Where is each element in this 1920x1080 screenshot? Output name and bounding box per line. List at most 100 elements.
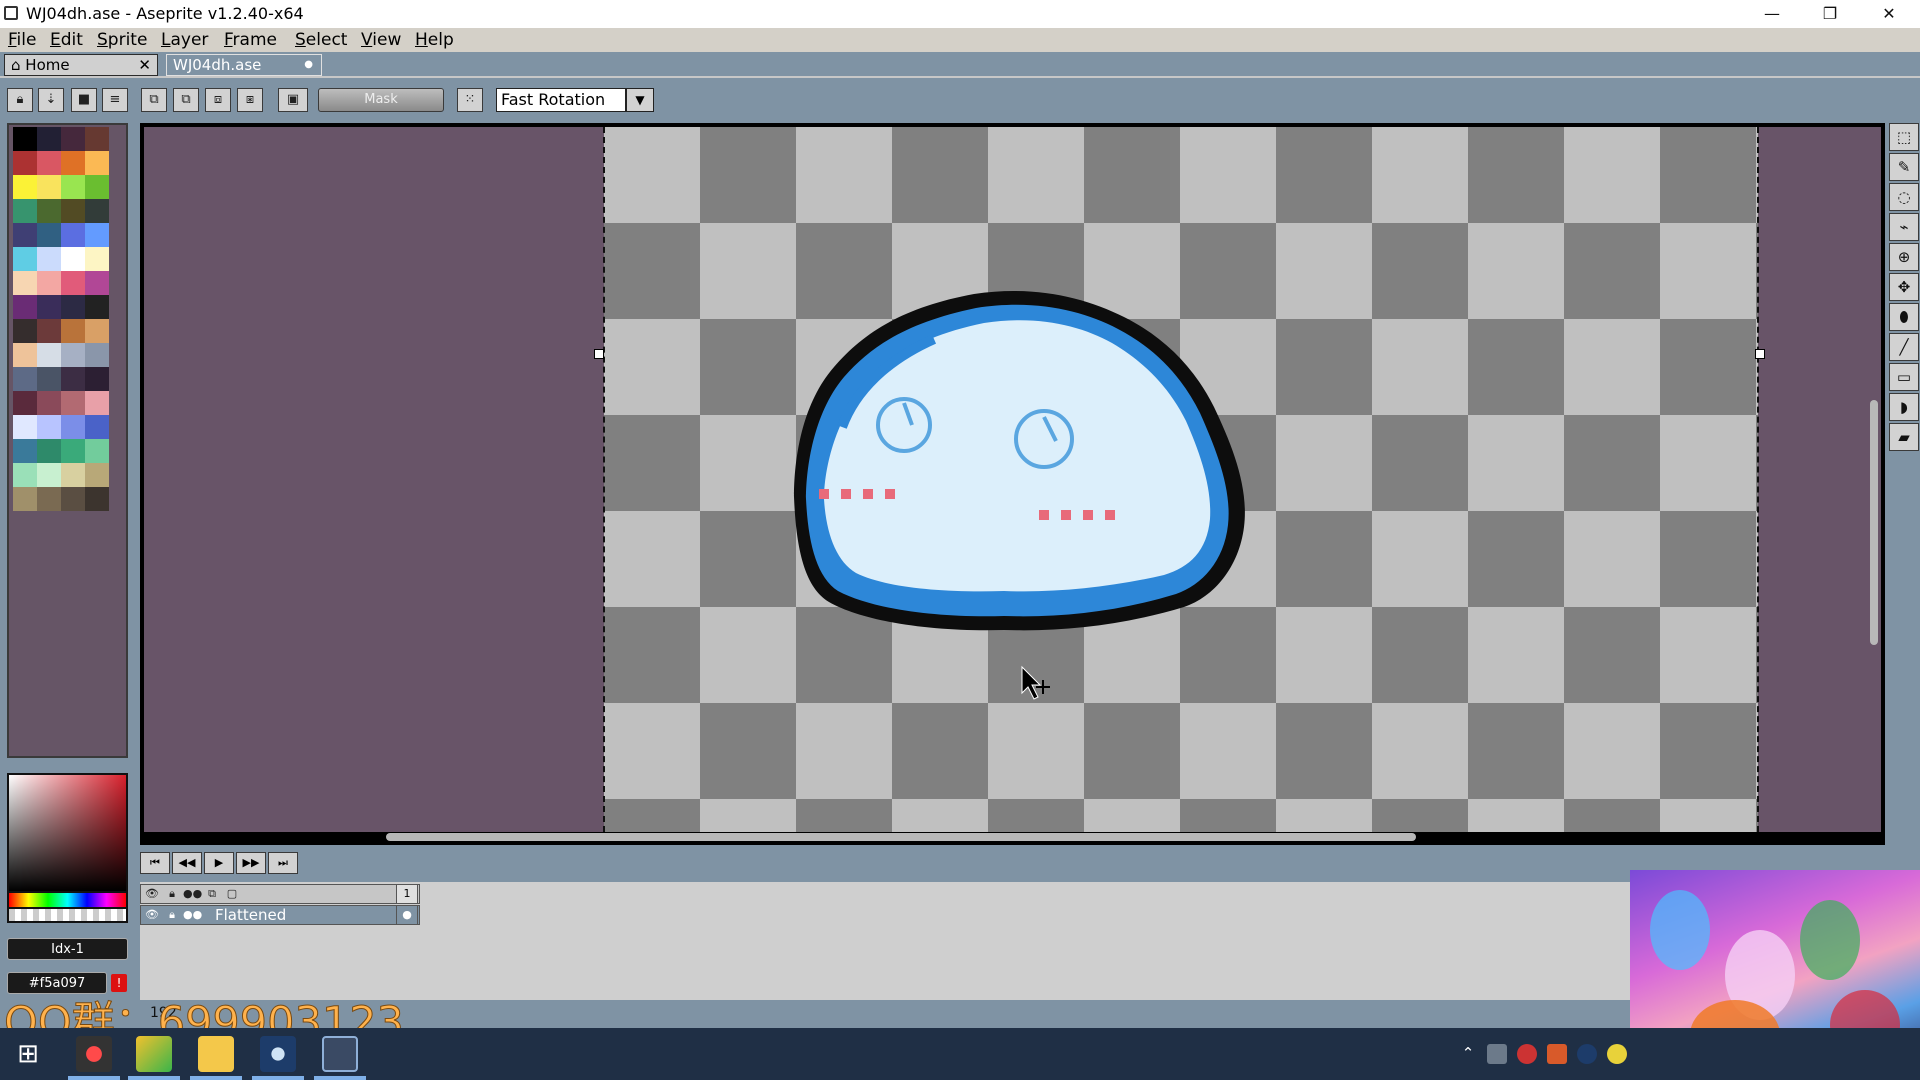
- selection-subtract-icon[interactable]: ⧈: [205, 88, 231, 112]
- paint-bucket-icon[interactable]: ⬮: [1889, 303, 1919, 331]
- palette-swatch[interactable]: [13, 271, 37, 295]
- palette-swatch[interactable]: [61, 343, 85, 367]
- palette-swatch[interactable]: [85, 175, 109, 199]
- palette-swatch[interactable]: [85, 439, 109, 463]
- palette-swatch[interactable]: [61, 223, 85, 247]
- visibility-eye-icon[interactable]: 👁︎: [143, 907, 161, 923]
- taskbar-app-recorder-icon[interactable]: [76, 1036, 112, 1072]
- palette-swatch[interactable]: [37, 415, 61, 439]
- palette-swatch[interactable]: [85, 151, 109, 175]
- horizontal-scrollbar[interactable]: [386, 833, 1416, 841]
- palette-swatch[interactable]: [37, 367, 61, 391]
- palette-swatch[interactable]: [37, 487, 61, 511]
- tray-overflow-icon[interactable]: ⌃: [1458, 1044, 1478, 1064]
- palette-swatch[interactable]: [61, 319, 85, 343]
- palette-swatch[interactable]: [85, 391, 109, 415]
- tray-recorder-icon[interactable]: [1517, 1044, 1537, 1064]
- palette-swatch[interactable]: [37, 343, 61, 367]
- last-frame-icon[interactable]: ⏭: [268, 852, 298, 874]
- palette-swatch[interactable]: [13, 319, 37, 343]
- selection-replace-icon[interactable]: ⧉: [141, 88, 167, 112]
- pivot-icon[interactable]: ■: [71, 88, 97, 112]
- tab-close-icon[interactable]: ✕: [138, 55, 151, 75]
- palette-swatch[interactable]: [61, 463, 85, 487]
- palette-swatch[interactable]: [13, 223, 37, 247]
- rectangle-tool-icon[interactable]: ▭: [1889, 363, 1919, 391]
- transparent-color-icon[interactable]: ▣: [278, 88, 308, 112]
- pivot-position-icon[interactable]: ⁙: [457, 88, 483, 112]
- palette-swatch[interactable]: [61, 127, 85, 151]
- palette-swatch[interactable]: [85, 319, 109, 343]
- menu-sprite[interactable]: Sprite: [97, 30, 147, 50]
- palette-swatch[interactable]: [61, 199, 85, 223]
- pencil-tool-icon[interactable]: ✎: [1889, 153, 1919, 181]
- palette-swatch[interactable]: [13, 439, 37, 463]
- tray-misc-icon[interactable]: [1607, 1044, 1627, 1064]
- palette-swatch[interactable]: [37, 463, 61, 487]
- resize-handle-right[interactable]: [1755, 349, 1765, 359]
- move-tool-icon[interactable]: ✥: [1889, 273, 1919, 301]
- menu-layer[interactable]: Layer: [161, 30, 208, 50]
- palette-swatch[interactable]: [85, 463, 109, 487]
- eraser-tool-icon[interactable]: ◌: [1889, 183, 1919, 211]
- minimize-button[interactable]: —: [1743, 0, 1801, 28]
- frame-number[interactable]: 1: [396, 884, 418, 904]
- onion-skin-icon[interactable]: ⧉: [203, 886, 221, 902]
- palette-swatch[interactable]: [13, 487, 37, 511]
- tray-app-icon[interactable]: [1487, 1044, 1507, 1064]
- lock-icon[interactable]: 🔒︎: [7, 88, 33, 112]
- palette-swatch[interactable]: [37, 199, 61, 223]
- blur-tool-icon[interactable]: ▰: [1889, 423, 1919, 451]
- palette-swatch[interactable]: [85, 343, 109, 367]
- color-spectrum[interactable]: [7, 773, 128, 893]
- palette-swatch[interactable]: [13, 199, 37, 223]
- palette-swatch[interactable]: [85, 295, 109, 319]
- palette-swatch[interactable]: [13, 463, 37, 487]
- next-frame-icon[interactable]: ▶▶: [236, 852, 266, 874]
- zoom-tool-icon[interactable]: ⊕: [1889, 243, 1919, 271]
- palette-swatch[interactable]: [37, 391, 61, 415]
- maximize-button[interactable]: ❐: [1801, 0, 1859, 28]
- palette-swatch[interactable]: [61, 391, 85, 415]
- palette-swatch[interactable]: [61, 439, 85, 463]
- palette-swatch[interactable]: [61, 151, 85, 175]
- palette-swatch[interactable]: [37, 295, 61, 319]
- palette-swatch[interactable]: [37, 175, 61, 199]
- layer-lock-icon[interactable]: 🔒︎: [163, 907, 181, 923]
- selection-intersect-icon[interactable]: ⧆: [237, 88, 263, 112]
- menu-view[interactable]: View: [361, 30, 401, 50]
- palette-swatch[interactable]: [37, 127, 61, 151]
- palette-swatch[interactable]: [85, 127, 109, 151]
- tab-document[interactable]: WJ04dh.ase ●: [166, 54, 322, 76]
- menu-frame[interactable]: Frame: [224, 30, 277, 50]
- hue-slider[interactable]: [7, 893, 128, 909]
- layer-settings-icon[interactable]: ▢: [223, 886, 241, 902]
- palette-swatch[interactable]: [37, 271, 61, 295]
- palette-swatch[interactable]: [13, 127, 37, 151]
- chevron-down-icon[interactable]: ▼: [626, 88, 654, 112]
- continuous-icon[interactable]: ●●: [183, 886, 202, 902]
- file-explorer-icon[interactable]: [198, 1036, 234, 1072]
- palette-swatch[interactable]: [85, 271, 109, 295]
- palette-swatch[interactable]: [37, 247, 61, 271]
- lock-icon[interactable]: 🔒︎: [163, 886, 181, 902]
- palette-swatch[interactable]: [37, 439, 61, 463]
- menu-help[interactable]: Help: [415, 30, 454, 50]
- close-button[interactable]: ✕: [1860, 0, 1918, 28]
- drop-pixels-icon[interactable]: ⇣: [38, 88, 64, 112]
- line-tool-icon[interactable]: ╱: [1889, 333, 1919, 361]
- tray-steam-icon[interactable]: [1577, 1044, 1597, 1064]
- marquee-tool-icon[interactable]: ⬚: [1889, 123, 1919, 151]
- aseprite-taskbar-icon[interactable]: [322, 1036, 358, 1072]
- eye-icon[interactable]: 👁︎: [143, 886, 161, 902]
- alpha-slider[interactable]: [7, 909, 128, 923]
- palette-swatch[interactable]: [85, 247, 109, 271]
- palette-swatch[interactable]: [61, 367, 85, 391]
- palette-swatch[interactable]: [61, 247, 85, 271]
- palette-swatch[interactable]: [13, 391, 37, 415]
- sprite-canvas[interactable]: [604, 127, 1758, 832]
- palette-swatch[interactable]: [37, 151, 61, 175]
- menu-edit[interactable]: Edit: [50, 30, 83, 50]
- vertical-scrollbar[interactable]: [1870, 400, 1878, 645]
- eyedropper-tool-icon[interactable]: ⌁: [1889, 213, 1919, 241]
